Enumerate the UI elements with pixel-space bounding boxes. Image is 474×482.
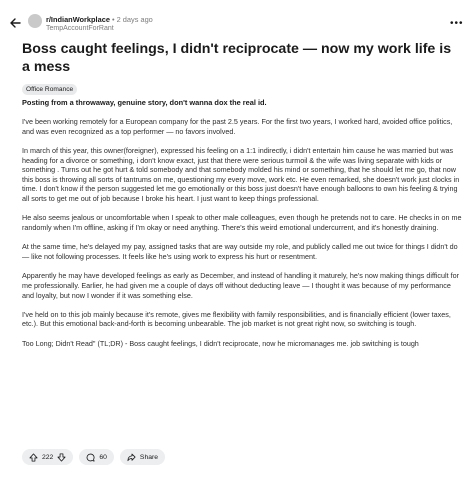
share-label: Share	[139, 453, 159, 461]
more-options-button[interactable]: •••	[450, 18, 464, 29]
downvote-icon[interactable]	[57, 452, 66, 462]
post-lead: Posting from a throwaway, genuine story,…	[22, 98, 267, 107]
post-flair[interactable]: Office Romance	[22, 84, 78, 95]
subreddit-avatar[interactable]	[28, 14, 42, 28]
comment-icon	[86, 453, 95, 462]
post-paragraph: He also seems jealous or uncomfortable w…	[22, 213, 462, 232]
post-title: Boss caught feelings, I didn't reciproca…	[22, 41, 452, 75]
vote-control: 222	[22, 449, 74, 465]
post-actions: 222 60 Share	[22, 449, 166, 465]
share-icon	[127, 453, 136, 461]
post-paragraph: Apparently he may have developed feeling…	[22, 271, 459, 300]
share-button[interactable]: Share	[119, 449, 166, 465]
more-icon: •••	[450, 18, 464, 29]
comment-count: 60	[99, 453, 107, 461]
subreddit-line: r/IndianWorkplace • 2 days ago	[46, 15, 153, 24]
back-arrow-icon	[10, 18, 21, 28]
post-header: r/IndianWorkplace • 2 days ago TempAccou…	[6, 10, 466, 38]
upvote-icon[interactable]	[29, 452, 38, 462]
post-time: • 2 days ago	[109, 15, 153, 24]
post-paragraph: At the same time, he's delayed my pay, a…	[22, 242, 458, 261]
post-paragraph: I've held on to this job mainly because …	[22, 309, 451, 329]
back-button[interactable]	[6, 14, 24, 32]
subreddit-name[interactable]: r/IndianWorkplace	[46, 15, 110, 24]
post-body: Posting from a throwaway, genuine story,…	[22, 98, 462, 358]
comments-button[interactable]: 60	[79, 449, 114, 465]
author-name[interactable]: TempAccountForRant	[46, 25, 114, 32]
vote-count: 222	[42, 453, 54, 461]
post-paragraph: I've been working remotely for a Europea…	[22, 117, 453, 136]
post-paragraph: Too Long; Didn't Read" (TL;DR) - Boss ca…	[22, 338, 419, 348]
post-paragraph: In march of this year, this owner(foreig…	[22, 145, 460, 203]
